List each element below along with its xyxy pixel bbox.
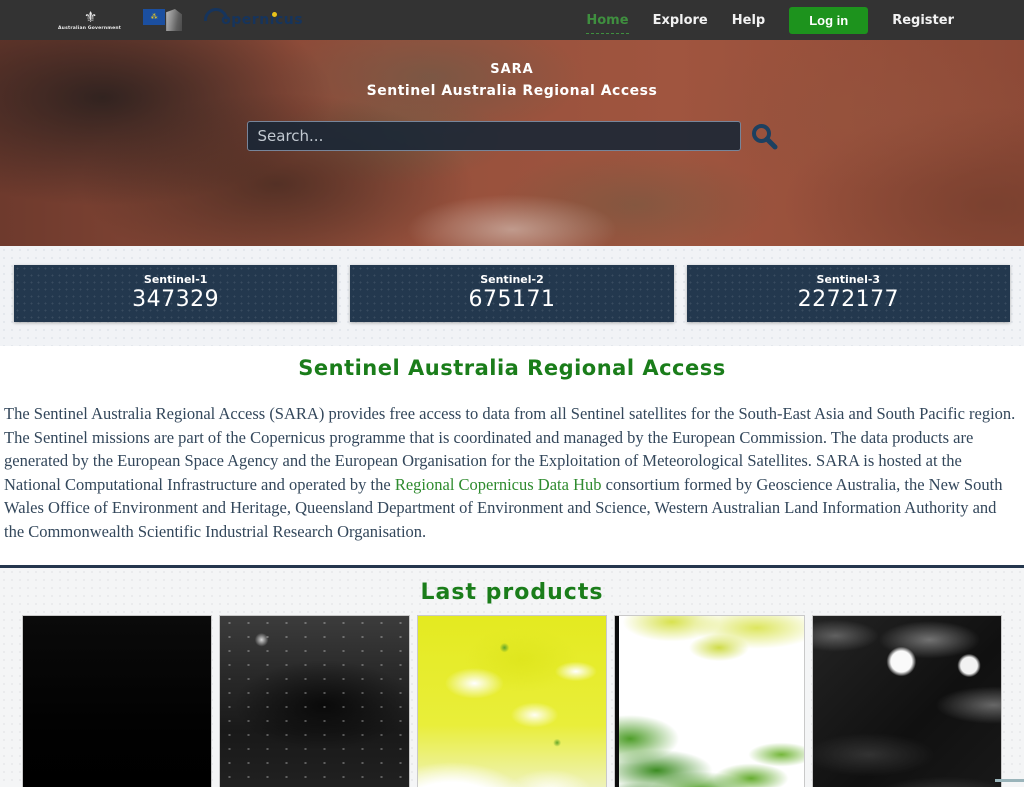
about-section: Sentinel Australia Regional Access The S… <box>0 346 1024 543</box>
spacer <box>0 543 1024 565</box>
copernicus-wordmark: opernicus <box>221 12 303 28</box>
ec-building-icon <box>166 9 182 31</box>
stat-card-sentinel-2[interactable]: Sentinel-2 675171 <box>350 265 673 322</box>
hero-banner: SARA Sentinel Australia Regional Access <box>0 40 1024 246</box>
product-image <box>813 616 1001 787</box>
nav-item-help[interactable]: Help <box>732 13 765 28</box>
search-button[interactable] <box>750 122 778 150</box>
about-paragraph: The Sentinel Australia Regional Access (… <box>4 402 1020 543</box>
nav-item-home[interactable]: Home <box>586 13 628 34</box>
stat-label: Sentinel-3 <box>687 273 1010 286</box>
last-products-section: Last products <box>0 568 1024 787</box>
search-icon <box>750 122 778 150</box>
product-thumbnail-1[interactable] <box>22 615 212 787</box>
below-fold-element-edge <box>995 779 1024 782</box>
hero-subtitle: Sentinel Australia Regional Access <box>0 83 1024 99</box>
copernicus-swoosh-icon <box>199 3 233 37</box>
logo-group: ⚜ Australian Government ⁂ opernicus <box>58 0 303 40</box>
nav-links: Home Explore Help Log in Register <box>586 7 954 34</box>
product-image <box>615 616 803 787</box>
stat-value: 675171 <box>350 287 673 312</box>
hero-title: SARA <box>0 40 1024 77</box>
copernicus-logo[interactable]: opernicus <box>204 8 303 32</box>
product-image <box>418 616 606 787</box>
stat-card-sentinel-1[interactable]: Sentinel-1 347329 <box>14 265 337 322</box>
stats-section: Sentinel-1 347329 Sentinel-2 675171 Sent… <box>0 246 1024 346</box>
eu-flag-icon: ⁂ <box>143 9 165 25</box>
stat-label: Sentinel-1 <box>14 273 337 286</box>
search-input[interactable] <box>247 121 741 151</box>
regional-copernicus-data-hub-link[interactable]: Regional Copernicus Data Hub <box>395 475 602 494</box>
about-heading: Sentinel Australia Regional Access <box>4 356 1020 380</box>
product-thumbnail-3[interactable] <box>417 615 607 787</box>
nav-item-explore[interactable]: Explore <box>653 13 708 28</box>
product-image <box>220 616 408 787</box>
login-button[interactable]: Log in <box>789 7 868 34</box>
stat-label: Sentinel-2 <box>350 273 673 286</box>
australian-crest-icon: ⚜ <box>84 10 95 25</box>
stat-value: 2272177 <box>687 287 1010 312</box>
last-products-heading: Last products <box>0 580 1024 605</box>
australian-government-logo[interactable]: ⚜ Australian Government <box>58 10 121 31</box>
stat-value: 347329 <box>14 287 337 312</box>
product-thumbnail-4[interactable] <box>614 615 804 787</box>
stat-card-sentinel-3[interactable]: Sentinel-3 2272177 <box>687 265 1010 322</box>
product-thumbnail-2[interactable] <box>219 615 409 787</box>
australian-government-label: Australian Government <box>58 26 121 31</box>
product-thumbnail-5[interactable] <box>812 615 1002 787</box>
nav-item-register[interactable]: Register <box>892 13 954 28</box>
top-navbar: ⚜ Australian Government ⁂ opernicus Home… <box>0 0 1024 40</box>
european-commission-logo[interactable]: ⁂ <box>143 9 182 31</box>
product-image <box>23 616 211 787</box>
product-thumbnails-row <box>0 615 1024 787</box>
